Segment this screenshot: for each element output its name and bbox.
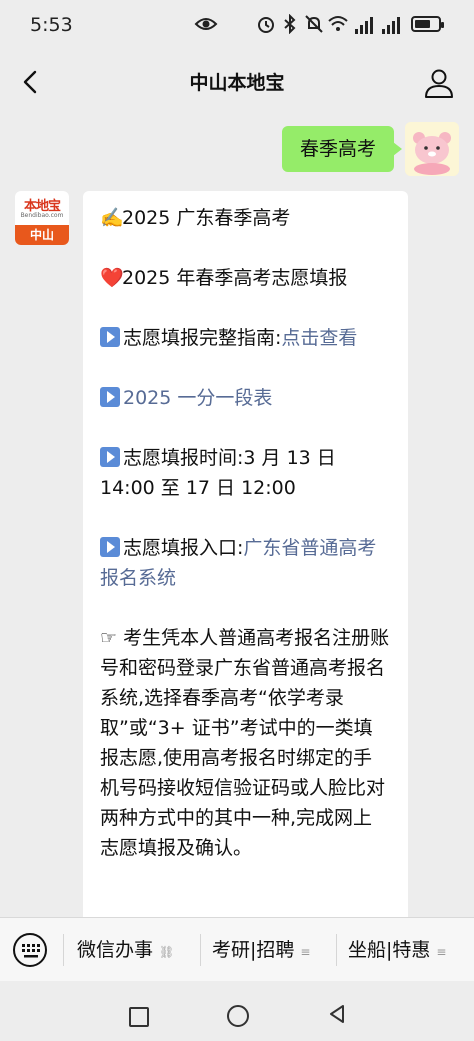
battery-level xyxy=(415,20,430,28)
play-button-icon xyxy=(100,537,120,557)
logo-subtext: Bendibao.com xyxy=(20,212,64,219)
writing-hand-icon: ✍️ xyxy=(100,207,124,229)
keyboard-icon xyxy=(13,933,47,967)
bottom-menu-bar: 微信办事 ⛓ 考研|招聘 ≡ 坐船|特惠 ≡ xyxy=(0,917,474,982)
alarm-icon xyxy=(256,14,276,40)
message-item: 志愿填报入口:广东省普通高考报名系统 xyxy=(100,537,377,589)
cartoon-bear-avatar xyxy=(405,122,459,176)
bluetooth-icon xyxy=(281,13,299,40)
battery-icon xyxy=(411,16,444,32)
status-bar: 5:53 xyxy=(0,0,474,52)
menu-divider xyxy=(336,934,337,966)
keyboard-toggle-button[interactable] xyxy=(12,932,48,968)
bot-avatar[interactable]: 本地宝 Bendibao.com 中山 xyxy=(15,191,69,245)
nav-bar: 中山本地宝 xyxy=(0,52,474,112)
menu-lines-icon: ≡ xyxy=(436,945,447,959)
profile-button[interactable] xyxy=(422,66,456,100)
play-button-icon xyxy=(100,447,120,467)
play-button-icon xyxy=(100,327,120,347)
signal-icon xyxy=(355,17,375,34)
menu-item-ferry-deals[interactable]: 坐船|特惠 ≡ xyxy=(348,918,446,982)
play-button-icon xyxy=(100,387,120,407)
menu-item-wechat-services[interactable]: 微信办事 ⛓ xyxy=(77,918,174,982)
status-time: 5:53 xyxy=(30,14,73,36)
message-item: 志愿填报时间:3 月 13 日 14:00 至 17 日 12:00 xyxy=(100,447,336,499)
system-back-button[interactable] xyxy=(326,1003,348,1025)
wifi-icon xyxy=(327,14,349,40)
logo-city: 中山 xyxy=(15,225,69,245)
person-icon xyxy=(425,69,453,98)
message-line: ✍️2025 广东春季高考 xyxy=(100,203,390,233)
home-button[interactable] xyxy=(227,1005,249,1027)
page-title: 中山本地宝 xyxy=(189,72,285,94)
link-icon: ⛓ xyxy=(159,945,175,959)
signal-icon-2 xyxy=(382,17,402,34)
message-line: ❤️2025 年春季高考志愿填报 xyxy=(100,263,390,293)
bot-message-bubble: ✍️2025 广东春季高考 ❤️2025 年春季高考志愿填报 志愿填报完整指南:… xyxy=(83,191,408,951)
message-item: 志愿填报完整指南:点击查看 xyxy=(100,323,390,353)
message-item: 2025 一分一段表 xyxy=(100,383,390,413)
message-paragraph: ☞ 考生凭本人普通高考报名注册账号和密码登录广东省普通高考报名系统,选择春季高考… xyxy=(100,627,390,859)
heart-icon: ❤️ xyxy=(100,267,124,289)
system-navigation-bar xyxy=(0,981,474,1041)
user-message-bubble[interactable]: 春季高考 xyxy=(281,126,403,172)
user-avatar[interactable] xyxy=(405,122,459,176)
guide-link[interactable]: 点击查看 xyxy=(281,327,357,349)
eye-icon xyxy=(194,14,218,40)
menu-item-exam-jobs[interactable]: 考研|招聘 ≡ xyxy=(212,918,310,982)
menu-lines-icon: ≡ xyxy=(300,945,311,959)
menu-divider xyxy=(63,934,64,966)
score-table-link[interactable]: 2025 一分一段表 xyxy=(123,387,272,409)
recent-apps-button[interactable] xyxy=(129,1007,149,1027)
menu-divider xyxy=(200,934,201,966)
mute-icon xyxy=(304,14,324,40)
pointing-hand-icon: ☞ xyxy=(100,627,118,649)
triangle-back-icon xyxy=(330,1005,344,1023)
